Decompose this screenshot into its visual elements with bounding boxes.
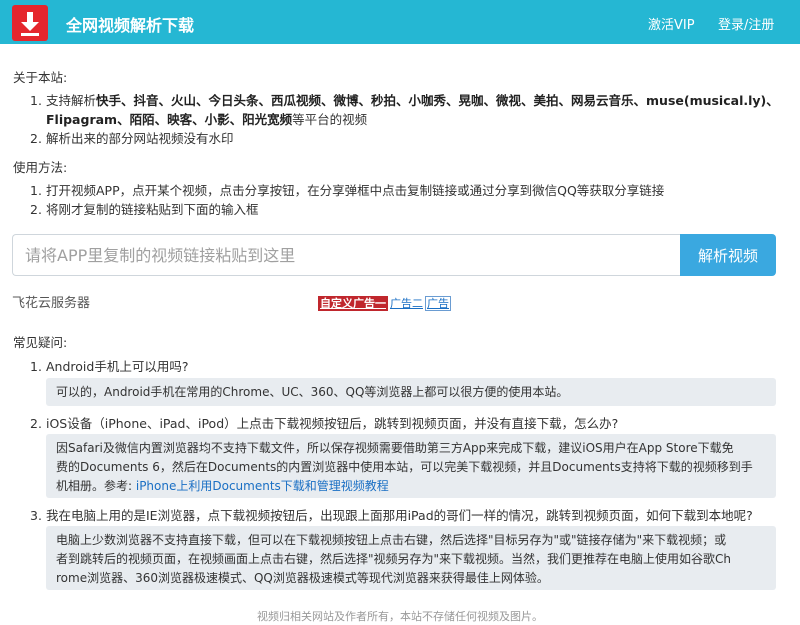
faq-question-3: 3. 我在电脑上用的是IE浏览器，点下载视频按钮后，出现跟上面那用iPad的哥们一…: [30, 508, 753, 523]
usage-step-1: 1. 打开视频APP，点开某个视频，点击分享按钮，在分享弹框中点击复制链接或通过分…: [30, 183, 665, 198]
server-label: 飞花云服务器: [12, 296, 91, 311]
site-title[interactable]: 全网视频解析下载: [66, 12, 194, 36]
usage-step-2-text: 将刚才复制的链接粘贴到下面的输入框: [46, 202, 259, 217]
ad-links: 自定义广告一 广告二 广告: [318, 295, 451, 311]
faq-question-1-text: Android手机上可以用吗?: [46, 359, 189, 374]
documents-tutorial-link[interactable]: iPhone上利用Documents下载和管理视频教程: [136, 479, 389, 493]
faq-answer-3: 电脑上少数浏览器不支持直接下载，但可以在下载视频按钮上点击右键，然后选择"目标另…: [46, 526, 776, 590]
about-item-2: 2. 解析出来的部分网站视频没有水印: [30, 131, 234, 146]
footer-disclaimer: 视频归相关网站及作者所有，本站不存储任何视频及图片。: [257, 610, 543, 623]
faq-answer-1-text: 可以的，Android手机在常用的Chrome、UC、360、QQ等浏览器上都可…: [56, 385, 569, 399]
faq-answer-2-line-2: 费的Documents 6，然后在Documents的内置浏览器中使用本站，可以…: [56, 460, 753, 474]
about-item-1-suffix: 等平台的视频: [292, 112, 368, 127]
faq-answer-3-line-3: rome浏览器、360浏览器极速模式、QQ浏览器极速模式等现代浏览器来获得最佳上…: [56, 571, 549, 585]
faq-question-2-text: iOS设备（iPhone、iPad、iPod）上点击下载视频按钮后，跳转到视频页…: [46, 416, 619, 431]
faq-answer-2-line-3-text: 机相册。参考:: [56, 479, 136, 493]
ad-3-link[interactable]: 广告: [425, 296, 451, 311]
usage-step-2: 2. 将刚才复制的链接粘贴到下面的输入框: [30, 202, 259, 217]
faq-answer-1: 可以的，Android手机在常用的Chrome、UC、360、QQ等浏览器上都可…: [46, 378, 776, 406]
faq-answer-3-line-2: 者到跳转后的视频页面，在视频画面上点击右键，然后选择"视频另存为"来下载视频。当…: [56, 552, 732, 566]
faq-answer-2-line-1: 因Safari及微信内置浏览器均不支持下载文件，所以保存视频需要借助第三方App…: [56, 441, 734, 455]
login-register-link[interactable]: 登录/注册: [718, 14, 774, 33]
about-item-1-cont: Flipagram、陌陌、映客、小影、阳光宽频等平台的视频: [46, 110, 367, 129]
faq-question-2: 2. iOS设备（iPhone、iPad、iPod）上点击下载视频按钮后，跳转到视…: [30, 416, 619, 431]
about-item-1-prefix: 支持解析: [46, 93, 97, 108]
about-item-2-text: 解析出来的部分网站视频没有水印: [46, 131, 234, 146]
platform-list: 快手、抖音、火山、今日头条、西瓜视频、微博、秒拍、小咖秀、晃咖、微视、美拍、网易…: [96, 93, 779, 108]
top-navbar: 全网视频解析下载 激活VIP 登录/注册: [0, 0, 800, 44]
faq-answer-3-line-1: 电脑上少数浏览器不支持直接下载，但可以在下载视频按钮上点击右键，然后选择"目标另…: [56, 533, 727, 547]
usage-title: 使用方法:: [13, 160, 68, 175]
ad-2-link[interactable]: 广告二: [390, 297, 423, 310]
video-link-input[interactable]: [12, 234, 680, 276]
usage-step-1-text: 打开视频APP，点开某个视频，点击分享按钮，在分享弹框中点击复制链接或通过分享到…: [46, 183, 665, 198]
platform-list-cont: Flipagram、陌陌、映客、小影、阳光宽频: [46, 112, 293, 127]
faq-answer-2: 因Safari及微信内置浏览器均不支持下载文件，所以保存视频需要借助第三方App…: [46, 434, 776, 498]
download-icon[interactable]: [12, 5, 48, 41]
faq-title: 常见疑问:: [13, 335, 68, 350]
faq-question-3-text: 我在电脑上用的是IE浏览器，点下载视频按钮后，出现跟上面那用iPad的哥们一样的…: [46, 508, 753, 523]
about-title: 关于本站:: [13, 70, 68, 85]
faq-question-1: 1. Android手机上可以用吗?: [30, 359, 189, 374]
parse-form: 解析视频: [12, 234, 776, 276]
parse-video-button[interactable]: 解析视频: [680, 234, 776, 276]
faq-answer-2-line-3: 机相册。参考: iPhone上利用Documents下载和管理视频教程: [56, 477, 766, 496]
about-item-1: 1. 支持解析快手、抖音、火山、今日头条、西瓜视频、微博、秒拍、小咖秀、晃咖、微视…: [30, 93, 779, 108]
custom-ad-1-link[interactable]: 自定义广告一: [318, 296, 388, 311]
activate-vip-link[interactable]: 激活VIP: [648, 14, 695, 33]
